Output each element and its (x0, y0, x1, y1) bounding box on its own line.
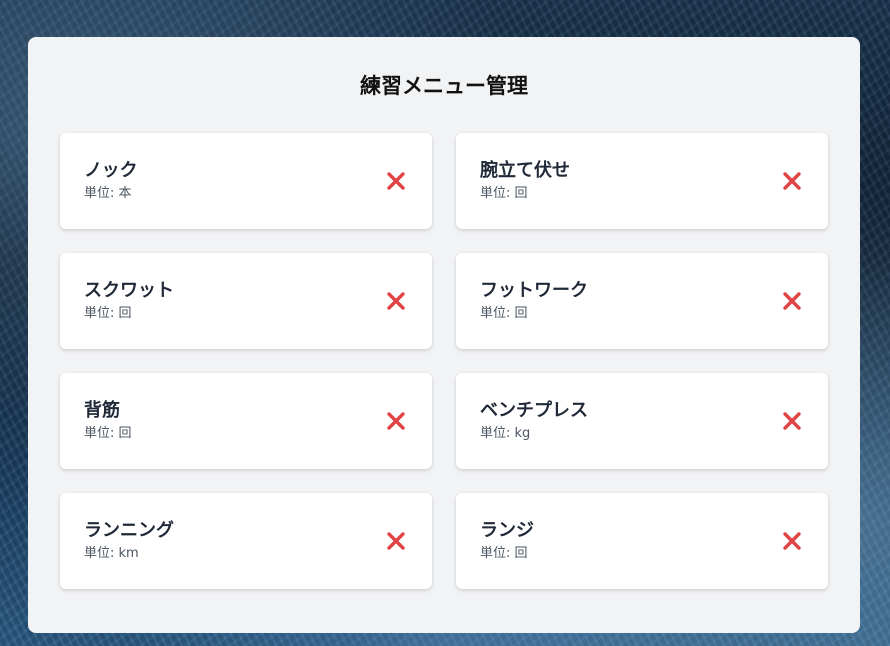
menu-item-unit: 単位: 回 (84, 306, 132, 321)
delete-button[interactable] (384, 289, 408, 313)
delete-button[interactable] (780, 529, 804, 553)
menu-item-unit: 単位: km (84, 546, 139, 561)
menu-item-card: ノック 単位: 本 (60, 133, 432, 229)
menu-item-name: 背筋 (84, 400, 120, 421)
close-x-icon (783, 292, 801, 310)
menu-item-card: スクワット 単位: 回 (60, 253, 432, 349)
menu-item-card: ランニング 単位: km (60, 493, 432, 589)
menu-item-unit: 単位: 回 (480, 306, 528, 321)
menu-item-unit: 単位: 回 (480, 186, 528, 201)
menu-item-card: ランジ 単位: 回 (456, 493, 828, 589)
menu-item-name: 腕立て伏せ (480, 160, 570, 181)
close-x-icon (783, 412, 801, 430)
menu-item-unit: 単位: 回 (84, 426, 132, 441)
menu-item-name: ノック (84, 160, 138, 181)
menu-item-name: ランジ (480, 520, 534, 541)
delete-button[interactable] (780, 169, 804, 193)
close-x-icon (783, 172, 801, 190)
menu-item-name: フットワーク (480, 280, 588, 301)
delete-button[interactable] (384, 169, 408, 193)
close-x-icon (387, 532, 405, 550)
delete-button[interactable] (780, 289, 804, 313)
menu-item-name: ベンチプレス (480, 400, 588, 421)
menu-grid: ノック 単位: 本 腕立て伏せ 単位: 回 スクワット 単位: 回 フットワーク… (60, 133, 828, 589)
menu-item-name: ランニング (84, 520, 174, 541)
menu-item-card: ベンチプレス 単位: kg (456, 373, 828, 469)
menu-item-unit: 単位: kg (480, 426, 531, 441)
menu-item-card: 背筋 単位: 回 (60, 373, 432, 469)
menu-item-unit: 単位: 本 (84, 186, 132, 201)
close-x-icon (387, 292, 405, 310)
close-x-icon (387, 412, 405, 430)
delete-button[interactable] (384, 529, 408, 553)
page-title: 練習メニュー管理 (360, 74, 528, 98)
close-x-icon (783, 532, 801, 550)
menu-item-card: 腕立て伏せ 単位: 回 (456, 133, 828, 229)
menu-item-unit: 単位: 回 (480, 546, 528, 561)
delete-button[interactable] (384, 409, 408, 433)
close-x-icon (387, 172, 405, 190)
delete-button[interactable] (780, 409, 804, 433)
menu-item-name: スクワット (84, 280, 174, 301)
menu-item-card: フットワーク 単位: 回 (456, 253, 828, 349)
menu-panel: 練習メニュー管理 ノック 単位: 本 腕立て伏せ 単位: 回 スクワット 単位:… (28, 37, 860, 633)
